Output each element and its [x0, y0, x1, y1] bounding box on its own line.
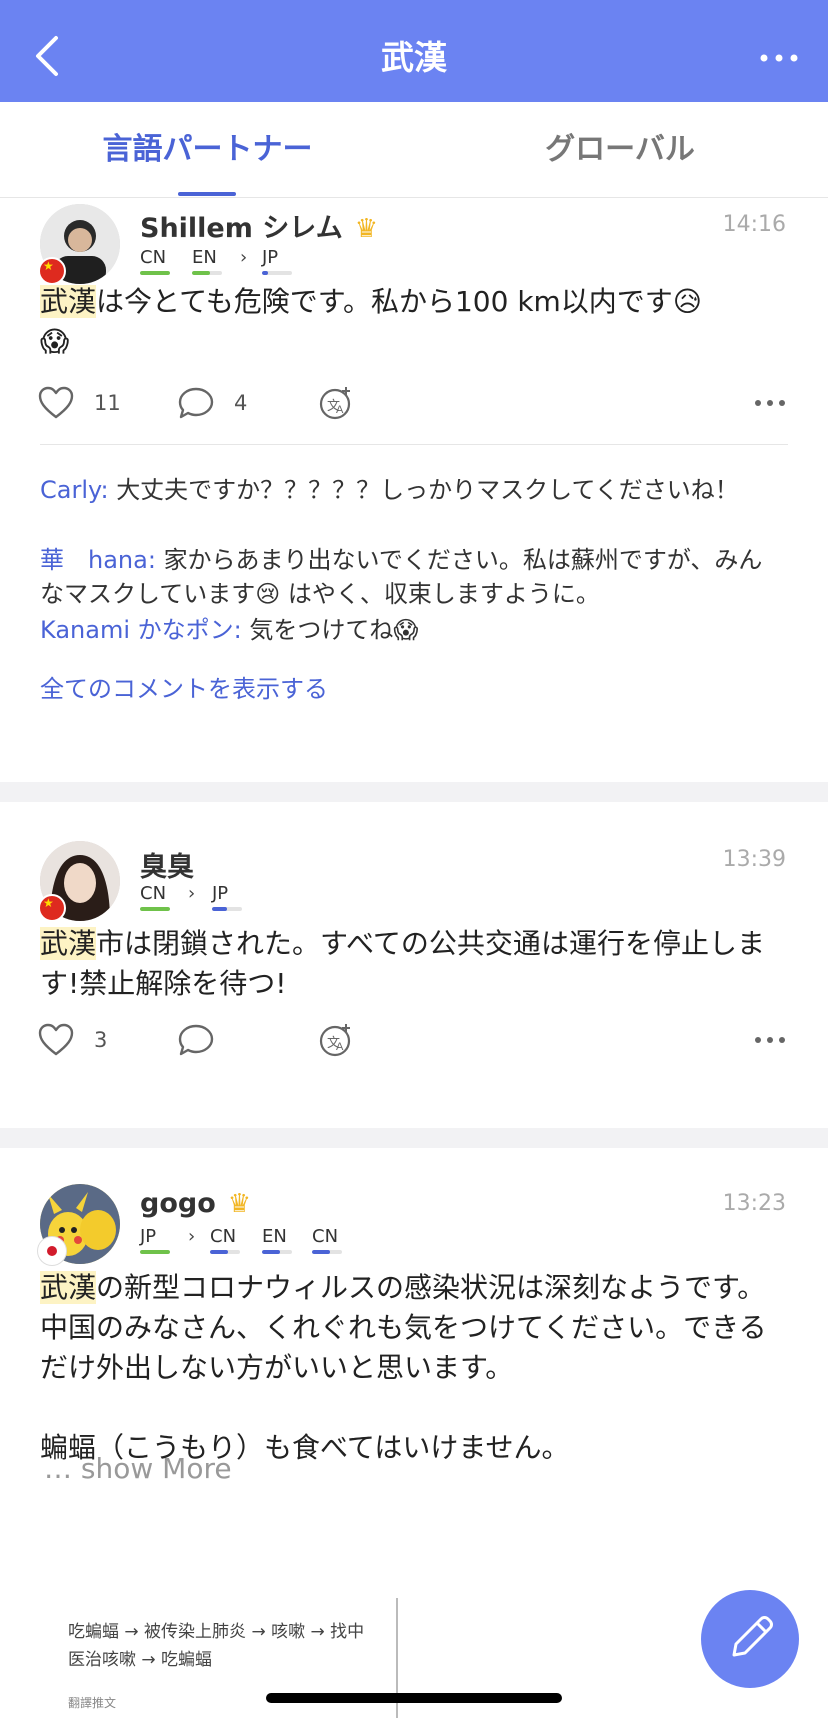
username[interactable]: gogo ♛	[140, 1188, 251, 1219]
native-language: CN	[140, 247, 170, 275]
chevron-right-icon: ›	[240, 247, 248, 268]
username[interactable]: Shillem シレム ♛	[140, 206, 378, 245]
pencil-icon	[732, 1616, 773, 1657]
comment-item[interactable]: 華 hana: 家からあまり出ないでください。私は蘇州ですが、みんなマスクしてい…	[40, 543, 780, 611]
comment-bubble-icon	[178, 387, 214, 419]
learning-language: JP	[212, 883, 242, 911]
moments-feed[interactable]: Shillem シレム♛ 14:16 CN EN › JP 武漢は今とても危険で…	[0, 199, 828, 1718]
native-language: CN	[140, 883, 170, 911]
post-more-icon[interactable]	[752, 383, 788, 423]
like-count: 11	[94, 391, 121, 415]
show-more-link[interactable]: … show More	[44, 1452, 232, 1485]
image-caption: 翻譯推文	[68, 1696, 117, 1710]
like-count: 3	[94, 1028, 108, 1052]
post-time: 14:16	[722, 212, 786, 237]
page-title: 武漢	[381, 38, 447, 77]
home-indicator	[266, 1693, 562, 1703]
comment-item[interactable]: Kanami かなポン: 気をつけてね😱	[40, 613, 780, 647]
username[interactable]: 臭臭	[140, 845, 194, 884]
chevron-right-icon: ›	[188, 1226, 196, 1247]
svg-text:A: A	[336, 1041, 344, 1053]
post-text: 武漢市は閉鎖された。すべての公共交通は運行を停止します!禁止解除を待つ!	[40, 927, 765, 1000]
learning-language: EN	[262, 1226, 292, 1254]
translate-button[interactable]: 文A	[318, 383, 354, 423]
show-all-comments-link[interactable]: 全てのコメントを表示する	[40, 669, 328, 704]
comment-count: 4	[234, 391, 248, 415]
image-text: 吃蝙蝠 → 被传染上肺炎 → 咳嗽 → 找中医治咳嗽 → 吃蝙蝠	[68, 1622, 365, 1670]
keyword-highlight: 武漢	[40, 927, 97, 960]
keyword-highlight: 武漢	[40, 285, 97, 318]
post-card: Shillem シレム♛ 14:16 CN EN › JP 武漢は今とても危険で…	[0, 199, 828, 782]
comment-item[interactable]: Carly: 大丈夫ですか？？？？？しっかりマスクしてくださいね！	[40, 473, 780, 507]
chevron-right-icon: ›	[188, 883, 196, 904]
post-time: 13:23	[722, 1191, 786, 1216]
learning-language: CN	[312, 1226, 342, 1254]
country-flag-cn	[38, 894, 66, 922]
keyword-highlight: 武漢	[40, 1271, 97, 1304]
post-more-icon[interactable]	[752, 1020, 788, 1060]
translate-icon: 文A	[319, 1024, 351, 1057]
tab-bar: 言語パートナー グローバル	[0, 102, 828, 198]
country-flag-cn	[38, 257, 66, 285]
post-time: 13:39	[722, 847, 786, 872]
heart-icon	[38, 1023, 74, 1056]
translate-icon: 文A	[319, 387, 351, 420]
native-language: JP	[140, 1226, 170, 1254]
post-text: 武漢は今とても危険です。私から100 km以内です😥 😱	[40, 285, 703, 358]
comment-button[interactable]	[178, 1020, 214, 1060]
like-button[interactable]: 11	[38, 383, 121, 423]
post-text: 武漢の新型コロナウィルスの感染状況は深刻なようです。 中国のみなさん、くれぐれも…	[40, 1271, 767, 1464]
divider	[40, 444, 788, 445]
crown-icon: ♛	[227, 1189, 252, 1219]
like-button[interactable]: 3	[38, 1020, 107, 1060]
post-actions: 11 4 文A	[0, 383, 828, 423]
heart-icon	[38, 386, 74, 419]
post-separator	[0, 1128, 828, 1148]
country-flag-jp	[38, 1237, 66, 1265]
tab-language-partner[interactable]: 言語パートナー	[60, 102, 355, 198]
more-dots-icon[interactable]	[754, 38, 804, 78]
post-actions: 3 文A	[0, 1020, 828, 1060]
learning-language: CN	[210, 1226, 240, 1254]
crown-icon: ♛	[354, 214, 379, 244]
comment-bubble-icon	[178, 1024, 214, 1056]
post-card: 臭臭 13:39 CN › JP 武漢市は閉鎖された。すべての公共交通は運行を停…	[0, 802, 828, 1057]
nav-header: 武漢	[0, 0, 828, 102]
compose-button[interactable]	[701, 1590, 799, 1688]
learning-language: JP	[262, 247, 292, 275]
translate-button[interactable]: 文A	[318, 1020, 354, 1060]
active-tab-indicator	[178, 192, 236, 196]
post-separator	[0, 782, 828, 802]
comment-button[interactable]: 4	[178, 383, 247, 423]
svg-text:A: A	[336, 404, 344, 416]
native-language: EN	[192, 247, 222, 275]
tab-global[interactable]: グローバル	[470, 102, 770, 198]
